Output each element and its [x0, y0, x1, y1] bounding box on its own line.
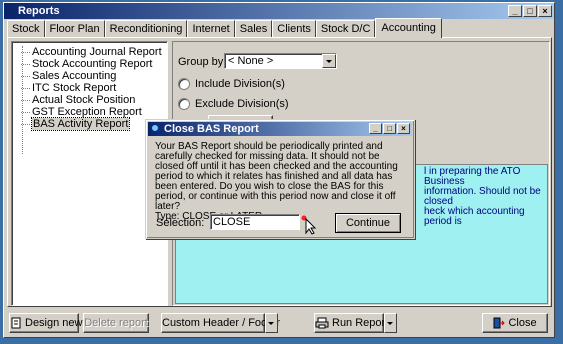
dialog-title: Close BAS Report [164, 123, 259, 135]
window-title-bar[interactable]: Reports _ □ × [4, 3, 554, 19]
design-new-label: Design new [25, 317, 83, 329]
selection-label: Selection: [156, 217, 205, 229]
exclude-divisions-radio[interactable] [178, 98, 190, 110]
close-window-button[interactable]: × [538, 5, 552, 17]
tree-item-stock-accounting[interactable]: Stock Accounting Report [12, 58, 167, 70]
dialog-title-bar[interactable]: Close BAS Report _ □ × [148, 122, 412, 136]
tree-item-accounting-journal[interactable]: Accounting Journal Report [12, 46, 167, 58]
app-icon [151, 124, 162, 135]
printer-icon [315, 317, 329, 329]
close-button[interactable]: Close [482, 313, 548, 333]
chevron-down-icon[interactable] [322, 54, 336, 68]
selection-input[interactable]: CLOSE [210, 214, 300, 230]
group-by-value: < None > [228, 55, 274, 67]
minimize-button[interactable]: _ [508, 5, 522, 17]
tab-accounting[interactable]: Accounting [375, 18, 442, 38]
description-line: heck which accounting period is [424, 206, 525, 227]
window-title: Reports [18, 5, 60, 17]
tree-item-bas-activity[interactable]: BAS Activity Report [12, 117, 167, 131]
description-line: l in preparing the ATO Business [424, 166, 521, 187]
mouse-cursor-icon [301, 215, 317, 235]
tree-item-gst-exception[interactable]: GST Exception Report [12, 106, 167, 118]
maximize-button[interactable]: □ [523, 5, 537, 17]
tab-stock-dc[interactable]: Stock D/C [315, 20, 376, 37]
close-label: Close [508, 317, 537, 329]
tab-floor-plan[interactable]: Floor Plan [44, 20, 105, 37]
tab-clients[interactable]: Clients [272, 20, 316, 37]
group-by-label: Group by [178, 56, 224, 68]
custom-header-footer-button[interactable]: Custom Header / Footer [161, 313, 280, 333]
document-new-icon [11, 317, 21, 329]
run-report-dropdown[interactable] [384, 313, 397, 333]
tree-item-sales-accounting[interactable]: Sales Accounting [12, 70, 167, 82]
include-divisions-radio[interactable] [178, 78, 190, 90]
close-bas-dialog: Close BAS Report _ □ × Your BAS Report s… [145, 119, 415, 239]
dialog-message: Your BAS Report should be periodically p… [155, 142, 410, 222]
description-line: information. Should not be closed [424, 186, 541, 207]
dialog-maximize-button[interactable]: □ [383, 123, 396, 134]
tree-item-itc-stock[interactable]: ITC Stock Report [12, 82, 167, 94]
run-report-label: Run Report [332, 317, 389, 329]
exit-door-icon [493, 317, 506, 329]
include-divisions-label: Include Division(s) [195, 78, 285, 90]
tab-reconditioning[interactable]: Reconditioning [104, 20, 188, 37]
group-by-select[interactable]: < None > [224, 53, 337, 69]
tab-stock[interactable]: Stock [7, 20, 45, 37]
dialog-minimize-button[interactable]: _ [369, 123, 382, 134]
report-tabs: Stock Floor Plan Reconditioning Internet… [7, 18, 442, 38]
custom-header-dropdown[interactable] [265, 313, 278, 333]
dialog-close-button[interactable]: × [397, 123, 410, 134]
tab-sales[interactable]: Sales [234, 20, 273, 37]
dialog-message-text: Your BAS Report should be periodically p… [155, 141, 398, 212]
tab-internet[interactable]: Internet [187, 20, 235, 37]
delete-report-button[interactable]: Delete report [83, 313, 149, 333]
run-report-button[interactable]: Run Report [314, 313, 388, 333]
continue-button[interactable]: Continue [335, 213, 401, 233]
design-new-button[interactable]: Design new [9, 313, 83, 333]
exclude-divisions-label: Exclude Division(s) [195, 98, 289, 110]
tree-item-actual-stock-position[interactable]: Actual Stock Position [12, 94, 167, 106]
